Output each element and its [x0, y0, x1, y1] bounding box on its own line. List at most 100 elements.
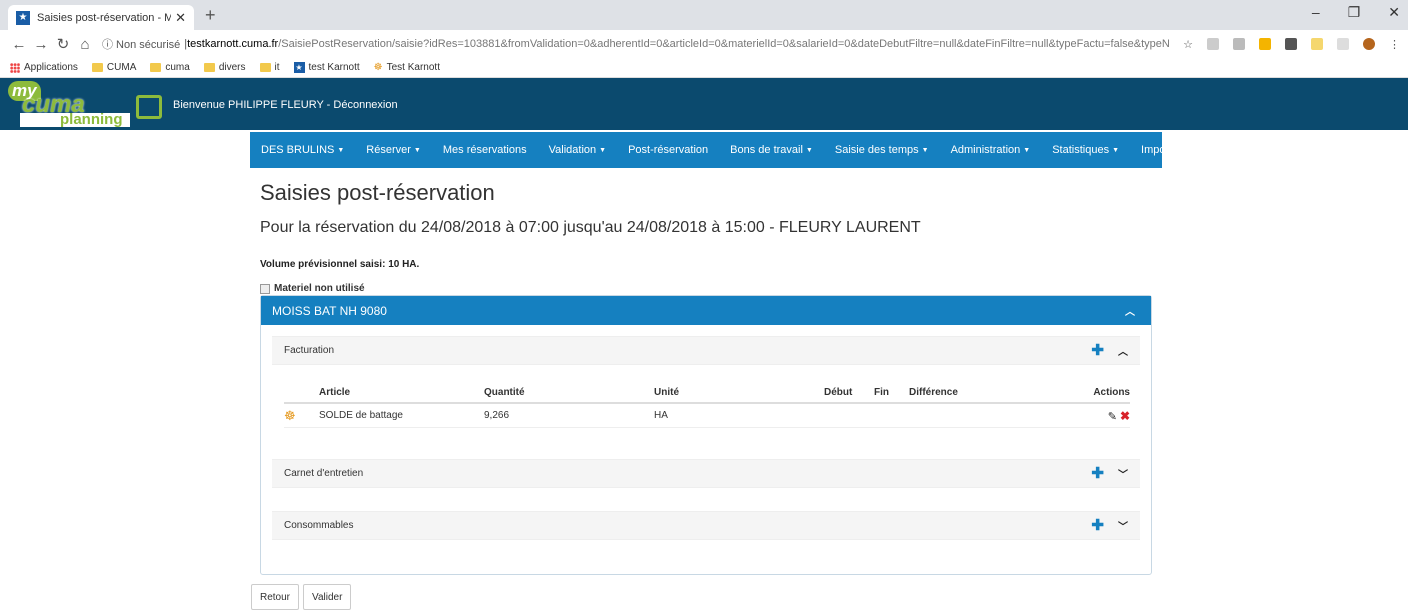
nav-validation[interactable]: Validation ▼	[549, 144, 606, 156]
avatar[interactable]	[1363, 38, 1375, 50]
karnott-icon: ☸	[284, 407, 296, 423]
bookmarks-bar: Applications CUMA cuma divers it ★ test K…	[0, 58, 1408, 78]
material-panel-header[interactable]: MOISS BAT NH 9080 ︿	[261, 296, 1151, 325]
section-carnet: Carnet d'entretien ✚ ﹀	[272, 459, 1140, 488]
browser-tabbar: ★ Saisies post-réservation - MyCum ✕ + –…	[0, 0, 1408, 30]
app-header: my cuma planning Bienvenue PHILIPPE FLEU…	[0, 78, 1408, 130]
extension-icon[interactable]	[1337, 38, 1349, 50]
cell-quantite: 9,266	[484, 410, 510, 421]
drive-icon[interactable]	[1259, 38, 1271, 50]
minimize-icon[interactable]: –	[1312, 4, 1320, 21]
caret-down-icon: ▼	[337, 146, 345, 154]
url-host: testkarnott.cuma.fr	[187, 38, 279, 50]
volume-text: Volume prévisionnel saisi: 10 HA.	[260, 259, 420, 270]
add-icon[interactable]: ✚	[1091, 466, 1104, 481]
caret-down-icon: ▼	[599, 146, 607, 154]
cell-article: SOLDE de battage	[319, 410, 403, 421]
edit-icon[interactable]: ✎	[1108, 411, 1117, 423]
valider-button[interactable]: Valider	[303, 584, 352, 610]
nav-reserver[interactable]: Réserver ▼	[366, 144, 421, 156]
folder-icon	[203, 63, 215, 72]
favicon-icon: ★	[293, 62, 305, 73]
extension-icon[interactable]	[1285, 38, 1297, 50]
add-icon[interactable]: ✚	[1091, 343, 1104, 358]
favicon-icon: ★	[16, 10, 30, 25]
extension-icon[interactable]	[1207, 38, 1219, 50]
bookmark-test-karnott[interactable]: ★ test Karnott	[293, 62, 360, 73]
bookmark-cuma[interactable]: CUMA	[91, 62, 136, 73]
new-tab-button[interactable]: +	[205, 5, 216, 26]
bookmark-test-karnott-2[interactable]: ☸ Test Karnott	[374, 62, 440, 73]
browser-tab[interactable]: ★ Saisies post-réservation - MyCum ✕	[8, 5, 194, 30]
nav-post-reservation[interactable]: Post-réservation	[628, 144, 708, 156]
browser-toolbar: ← → ↻ ⌂ ⓘ Non sécurisé | testkarnott.cum…	[0, 30, 1408, 58]
chevron-up-icon[interactable]: ︿	[1118, 343, 1128, 358]
bookmark-divers[interactable]: divers	[203, 62, 246, 73]
welcome-text[interactable]: Bienvenue PHILIPPE FLEURY - Déconnexion	[173, 99, 398, 111]
chevron-up-icon[interactable]: ︿	[1125, 303, 1135, 318]
main-content: Saisies post-réservation Pour la réserva…	[260, 180, 1152, 575]
retour-button[interactable]: Retour	[251, 584, 300, 610]
nav-administration[interactable]: Administration ▼	[951, 144, 1031, 156]
section-consommables: Consommables ✚ ﹀	[272, 511, 1140, 540]
nav-statistiques[interactable]: Statistiques ▼	[1052, 144, 1119, 156]
material-title: MOISS BAT NH 9080	[272, 303, 387, 318]
menu-icon[interactable]: ⋮	[1389, 38, 1400, 51]
table-header: Article Quantité Unité Début Fin Différe…	[284, 382, 1130, 404]
extension-icon[interactable]	[1233, 38, 1245, 50]
security-label: ⓘ Non sécurisé	[102, 39, 181, 51]
home-icon[interactable]: ⌂	[74, 36, 96, 53]
page-title: Saisies post-réservation	[260, 180, 495, 205]
address-bar[interactable]: ⓘ Non sécurisé | testkarnott.cuma.fr /Sa…	[102, 33, 1169, 55]
nav-mes-reservations[interactable]: Mes réservations	[443, 144, 527, 156]
forward-icon[interactable]: →	[30, 36, 52, 53]
unused-material-checkbox[interactable]	[260, 283, 270, 294]
caret-down-icon: ▼	[1023, 146, 1031, 154]
delete-icon[interactable]: ✖	[1120, 409, 1130, 423]
unused-material-row: Materiel non utilisé	[260, 283, 1152, 294]
extension-icon[interactable]	[1311, 38, 1323, 50]
apps-icon	[10, 62, 20, 73]
caret-down-icon: ▼	[1213, 146, 1221, 154]
bookmark-cuma-lower[interactable]: cuma	[150, 62, 190, 73]
unused-material-label: Materiel non utilisé	[274, 283, 365, 294]
extensions: ☆ ⋮	[1183, 38, 1400, 51]
tab-title: Saisies post-réservation - MyCum	[37, 11, 172, 24]
caret-down-icon: ▼	[921, 146, 929, 154]
col-fin: Fin	[874, 386, 889, 398]
nav-bons-de-travail[interactable]: Bons de travail ▼	[730, 144, 813, 156]
star-icon[interactable]: ☆	[1183, 38, 1193, 51]
main-nav: DES BRULINS ▼ Réserver ▼ Mes réservations …	[250, 132, 1221, 168]
folder-icon	[91, 63, 103, 72]
section-carnet-label: Carnet d'entretien	[284, 468, 364, 479]
bookmark-it[interactable]: it	[259, 62, 280, 73]
col-actions: Actions	[1093, 386, 1130, 398]
col-quantite: Quantité	[484, 386, 525, 398]
back-icon[interactable]: ←	[8, 36, 30, 53]
material-panel: MOISS BAT NH 9080 ︿ Facturation ✚ ︿ Arti…	[260, 295, 1152, 575]
reload-icon[interactable]: ↻	[52, 35, 74, 53]
cell-unite: HA	[654, 410, 668, 421]
chevron-down-icon[interactable]: ﹀	[1118, 466, 1128, 481]
close-tab-icon[interactable]: ✕	[175, 10, 186, 26]
bookmark-apps[interactable]: Applications	[10, 62, 78, 73]
nav-saisie-des-temps[interactable]: Saisie des temps ▼	[835, 144, 929, 156]
chevron-down-icon[interactable]: ﹀	[1118, 518, 1128, 533]
close-window-icon[interactable]: ✕	[1388, 4, 1400, 21]
folder-icon	[259, 63, 271, 72]
nav-des-brulins[interactable]: DES BRULINS ▼	[261, 144, 344, 156]
karnott-icon: ☸	[373, 62, 383, 73]
caret-down-icon: ▼	[413, 146, 421, 154]
restore-icon[interactable]: ❐	[1348, 4, 1361, 21]
add-icon[interactable]: ✚	[1091, 518, 1104, 533]
caret-down-icon: ▼	[1112, 146, 1120, 154]
mycuma-logo[interactable]: my cuma planning	[8, 81, 168, 129]
calendar-icon	[136, 95, 162, 119]
page-subtitle: Pour la réservation du 24/08/2018 à 07:0…	[260, 219, 921, 236]
section-facturation: Facturation ✚ ︿	[272, 336, 1140, 365]
table-row: ☸ SOLDE de battage 9,266 HA ✎ ✖	[284, 404, 1130, 428]
form-buttons: Retour Valider	[251, 584, 352, 610]
col-unite: Unité	[654, 386, 679, 398]
nav-import-karnott[interactable]: Import Karnott ▼	[1141, 144, 1221, 156]
col-debut: Début	[824, 386, 853, 398]
